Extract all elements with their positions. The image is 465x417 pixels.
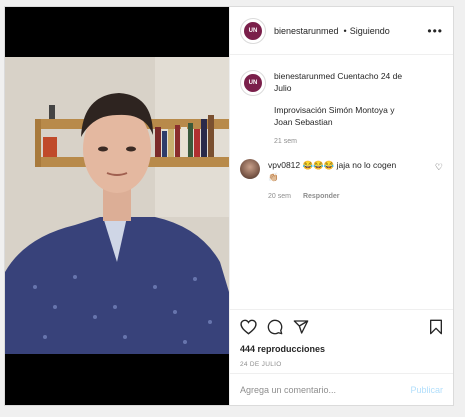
paper-plane-icon[interactable] (293, 319, 309, 335)
caption-text-line4: Joan Sebastian (274, 117, 333, 127)
video-frame[interactable] (5, 57, 229, 354)
heart-icon[interactable] (240, 319, 257, 335)
views-count[interactable]: 444 reproducciones (240, 344, 443, 354)
caption-text-line1: Cuentacho 24 de (337, 71, 403, 81)
avatar[interactable]: UN (240, 70, 266, 96)
post-header: UN bienestarunmed • Siguiendo ••• (230, 7, 453, 55)
bookmark-icon[interactable] (429, 319, 443, 335)
video-content (5, 57, 229, 354)
caption-time[interactable]: 21 sem (274, 138, 297, 145)
caption-text-line2: Julio (274, 83, 292, 93)
add-comment-bar: Publicar (230, 373, 453, 405)
avatar-logo: UN (244, 21, 262, 40)
post-date[interactable]: 24 DE JULIO (240, 361, 443, 368)
comment-first-line: vpv0812 😂😂😂 jaja no lo cogen (268, 159, 431, 171)
comment-body: vpv0812 😂😂😂 jaja no lo cogen 👏🏼 20 sem R… (268, 159, 431, 200)
caption-first-line: bienestarunmed Cuentacho 24 de (274, 70, 443, 82)
action-icons (240, 318, 443, 336)
follow-status-button[interactable]: Siguiendo (350, 26, 390, 36)
header-username[interactable]: bienestarunmed (274, 26, 339, 36)
video-panel[interactable] (5, 7, 229, 405)
reply-button[interactable]: Responder (303, 193, 340, 200)
comment-time[interactable]: 20 sem (268, 193, 291, 200)
comment-item: vpv0812 😂😂😂 jaja no lo cogen 👏🏼 20 sem R… (240, 159, 443, 200)
comments-list[interactable]: UN bienestarunmed Cuentacho 24 de Julio … (230, 62, 453, 302)
caption-text-line3: Improvisación Simón Montoya y (274, 105, 395, 115)
caption-username[interactable]: bienestarunmed (274, 71, 335, 81)
comment-text: 😂😂😂 jaja no lo cogen (302, 160, 397, 170)
comment-meta: 20 sem Responder (268, 193, 431, 200)
comment-username[interactable]: vpv0812 (268, 160, 300, 170)
post-dialog: UN bienestarunmed • Siguiendo ••• UN bie… (4, 6, 454, 406)
caption-body: bienestarunmed Cuentacho 24 de Julio Imp… (274, 70, 443, 145)
avatar-logo: UN (244, 74, 262, 92)
separator-dot: • (343, 25, 347, 36)
comment-input[interactable] (240, 384, 411, 395)
caption: UN bienestarunmed Cuentacho 24 de Julio … (240, 70, 443, 145)
post-sidebar: UN bienestarunmed • Siguiendo ••• UN bie… (229, 7, 453, 405)
caption-meta: 21 sem (274, 138, 443, 145)
comment-text-line2: 👏🏼 (268, 172, 279, 182)
actions-bar: 444 reproducciones 24 DE JULIO (230, 309, 453, 368)
comment-icon[interactable] (267, 319, 283, 335)
more-dots-icon[interactable]: ••• (427, 24, 443, 38)
comment-like-heart-icon[interactable]: ♡ (435, 162, 443, 173)
commenter-avatar[interactable] (240, 159, 260, 179)
avatar[interactable]: UN (240, 17, 266, 44)
post-comment-button[interactable]: Publicar (410, 385, 443, 395)
